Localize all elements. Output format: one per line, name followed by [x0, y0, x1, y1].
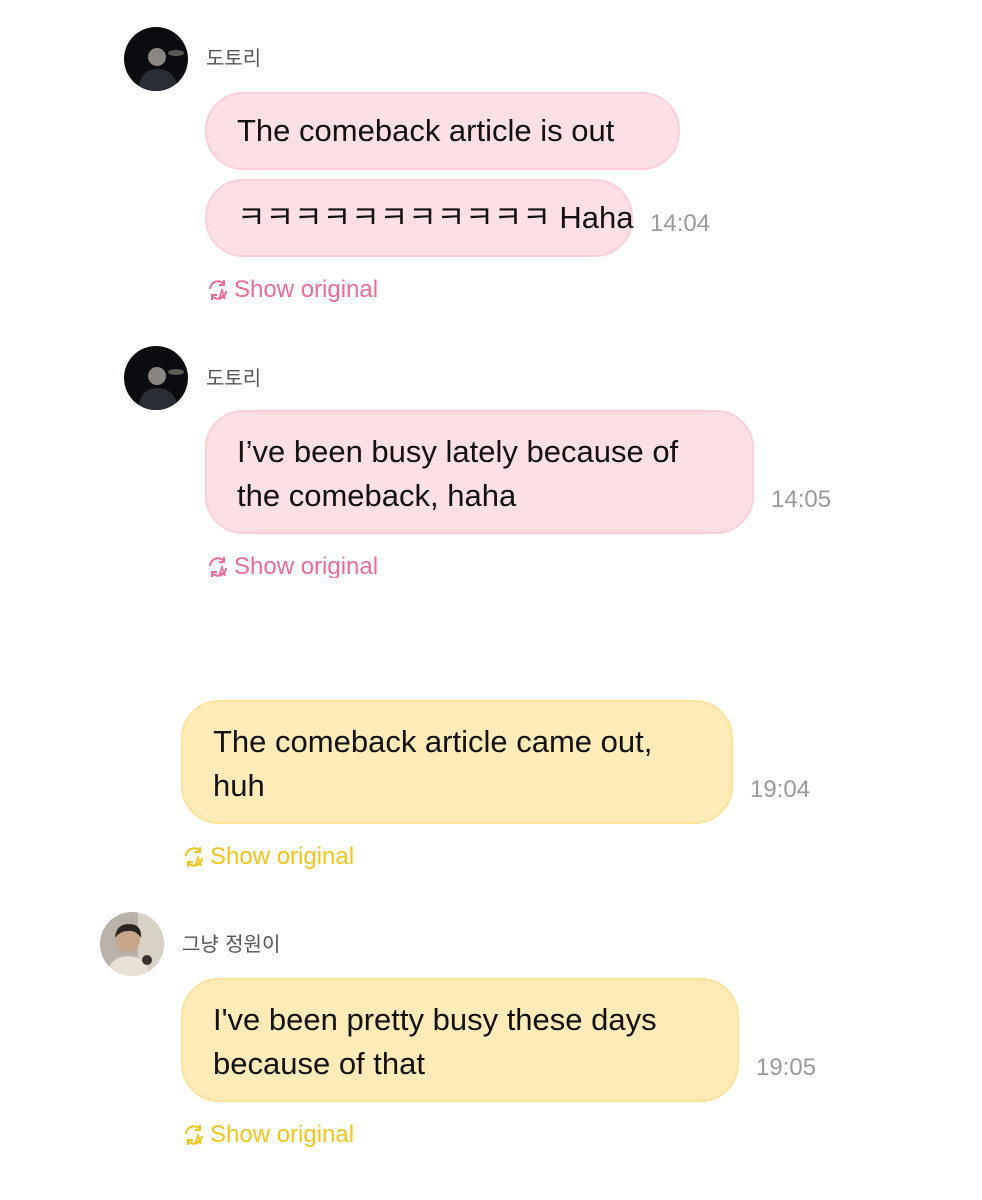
message-text: The comeback article is out: [237, 113, 615, 148]
show-original-label: Show original: [234, 276, 379, 303]
show-original-label: Show original: [210, 843, 355, 870]
timestamp: 14:04: [650, 210, 711, 237]
show-original-label: Show original: [234, 556, 379, 578]
sender-name: 도토리: [206, 46, 262, 70]
message-bubble[interactable]: ㅋㅋㅋㅋㅋㅋㅋㅋㅋㅋㅋ Haha: [205, 179, 633, 257]
message-text: ㅋㅋㅋㅋㅋㅋㅋㅋㅋㅋㅋ Haha: [237, 200, 634, 235]
message-bubble[interactable]: I’ve been busy lately because of the com…: [205, 410, 754, 534]
avatar[interactable]: [100, 912, 164, 976]
avatar[interactable]: [124, 346, 188, 410]
message-bubble[interactable]: I've been pretty busy these days because…: [181, 978, 739, 1102]
show-original-link[interactable]: Show original: [206, 556, 378, 578]
timestamp: 19:05: [756, 1054, 817, 1081]
translate-icon: [206, 278, 230, 302]
translate-icon: [182, 1123, 206, 1147]
message-text: I’ve been busy lately because of the com…: [237, 434, 679, 513]
sender-name: 그냥 정원이: [182, 932, 281, 956]
message-text: I've been pretty busy these days because…: [213, 1002, 657, 1081]
show-original-link[interactable]: Show original: [182, 843, 354, 871]
message-bubble[interactable]: The comeback article is out: [205, 92, 680, 170]
message-bubble[interactable]: The comeback article came out, huh: [181, 700, 733, 824]
sender-name: 도토리: [206, 366, 262, 390]
show-original-link[interactable]: Show original: [182, 1121, 354, 1149]
translate-icon: [206, 556, 230, 578]
show-original-label: Show original: [210, 1121, 355, 1148]
timestamp: 19:04: [750, 776, 811, 803]
avatar[interactable]: [124, 27, 188, 91]
translate-icon: [182, 845, 206, 869]
timestamp: 14:05: [771, 486, 832, 513]
show-original-link[interactable]: Show original: [206, 276, 378, 304]
message-text: The comeback article came out, huh: [213, 724, 653, 803]
